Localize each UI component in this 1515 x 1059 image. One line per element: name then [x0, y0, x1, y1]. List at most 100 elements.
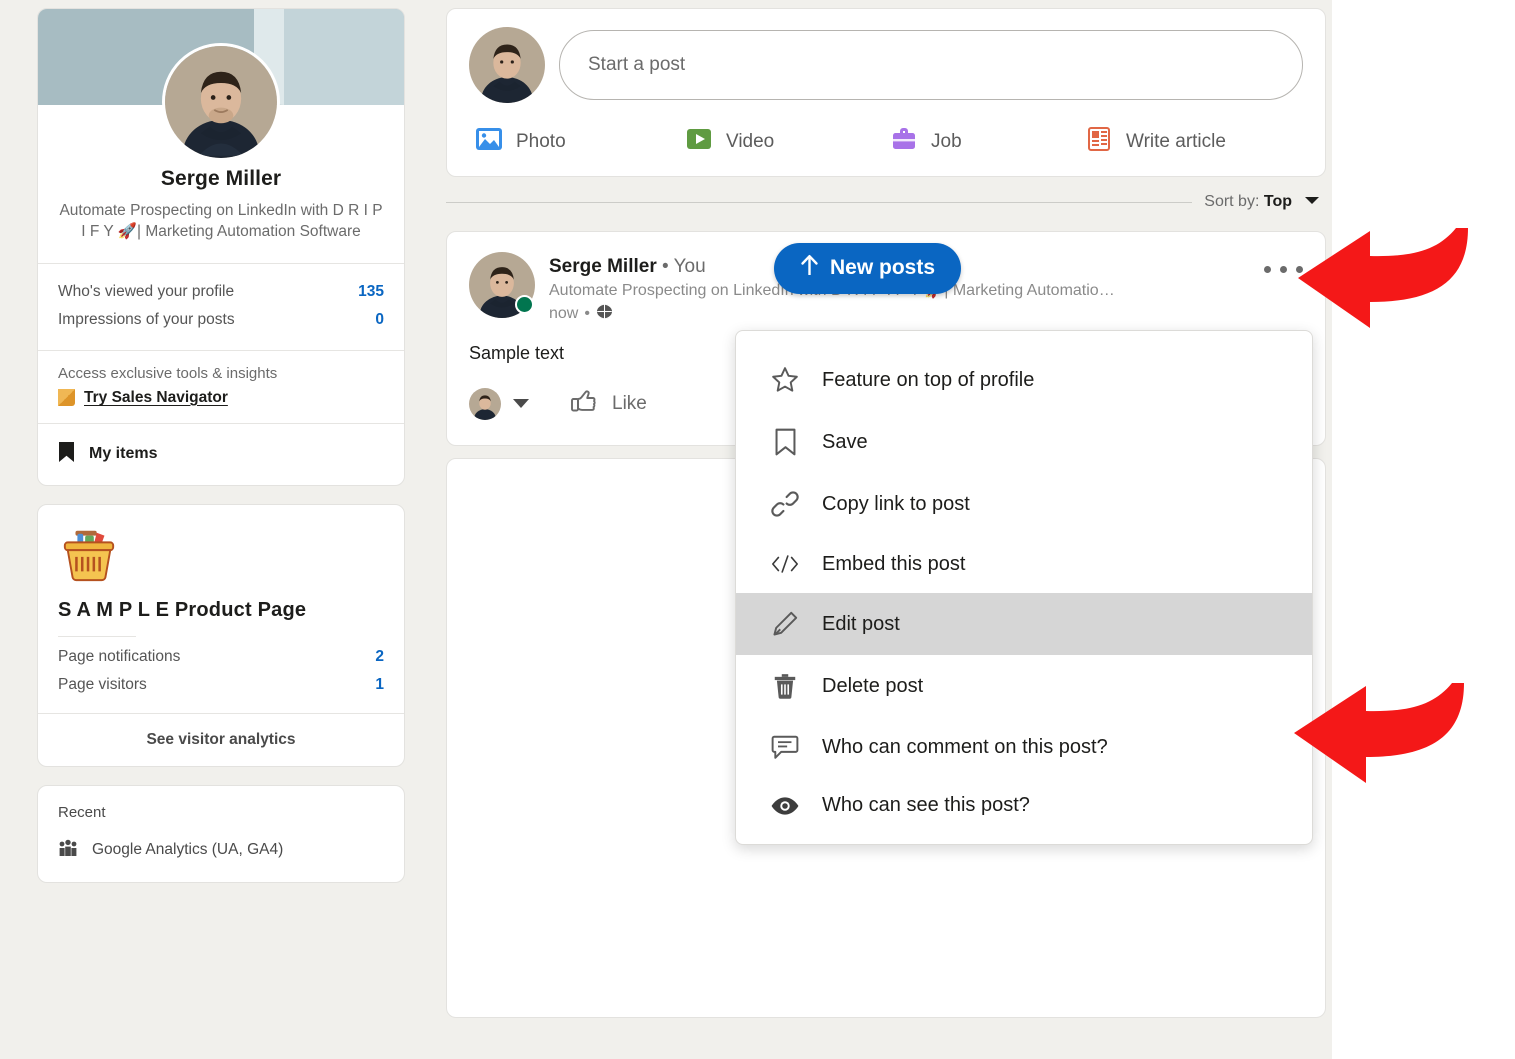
composer-photo-label: Photo [516, 130, 566, 152]
chevron-down-icon[interactable] [513, 399, 529, 408]
sort-by-label: Sort by: Top [1204, 193, 1292, 211]
stat-page-visitors[interactable]: Page visitors 1 [58, 671, 384, 699]
try-sales-navigator-link[interactable]: Try Sales Navigator [84, 389, 228, 407]
curved-left-arrow-icon [1294, 683, 1464, 783]
stat-label: Page visitors [58, 675, 147, 693]
avatar[interactable] [162, 43, 280, 161]
post-author-separator: • [662, 256, 669, 277]
trash-icon [770, 672, 800, 700]
avatar-image [165, 46, 277, 158]
globe-icon [595, 303, 613, 325]
product-page-card[interactable]: S A M P L E Product Page Page notificati… [37, 503, 405, 767]
sales-navigator-promo: Access exclusive tools & insights Try Sa… [38, 351, 404, 423]
cover-light-panel [284, 9, 404, 105]
composer-top-row: Start a post [469, 27, 1303, 103]
stat-page-notifications[interactable]: Page notifications 2 [58, 643, 384, 671]
composer-write-article-button[interactable]: Write article [1085, 125, 1226, 158]
online-status-dot [515, 295, 534, 314]
shopping-basket-icon [63, 530, 115, 581]
stat-post-impressions[interactable]: Impressions of your posts 0 [58, 306, 384, 334]
menu-item-save[interactable]: Save [736, 411, 1312, 473]
chevron-down-icon[interactable] [1304, 193, 1320, 211]
group-icon [58, 839, 78, 862]
stat-value: 135 [358, 282, 384, 300]
profile-stats: Who's viewed your profile 135 Impression… [38, 264, 404, 350]
curved-left-arrow-icon [1298, 228, 1468, 328]
stat-profile-views[interactable]: Who's viewed your profile 135 [58, 278, 384, 306]
menu-item-who-can-comment[interactable]: Who can comment on this post? [736, 717, 1312, 777]
job-icon [890, 125, 918, 158]
menu-item-feature-on-top-of-profile[interactable]: Feature on top of profile [736, 349, 1312, 411]
product-page-title: S A M P L E Product Page [58, 598, 307, 621]
menu-item-delete-post[interactable]: Delete post [736, 655, 1312, 717]
like-button[interactable]: Like [569, 386, 647, 421]
profile-card[interactable]: Serge Miller Automate Prospecting on Lin… [37, 8, 405, 486]
new-posts-button[interactable]: New posts [774, 243, 962, 294]
post-time-separator: • [584, 305, 590, 322]
composer-job-button[interactable]: Job [890, 125, 1085, 158]
menu-item-label: Copy link to post [822, 492, 970, 515]
menu-item-who-can-see[interactable]: Who can see this post? [736, 777, 1312, 834]
recent-card: Recent Google Analytics (UA, GA4) [37, 784, 405, 883]
comment-icon [770, 734, 800, 760]
my-items-row[interactable]: My items [38, 424, 404, 485]
ellipsis-dot [1264, 266, 1271, 273]
stat-label: Who's viewed your profile [58, 282, 235, 300]
sort-prefix: Sort by: [1204, 193, 1260, 210]
code-icon [770, 552, 800, 576]
recent-title: Recent [58, 803, 106, 821]
sort-value[interactable]: Top [1264, 193, 1292, 210]
divider [58, 635, 136, 637]
composer-video-label: Video [726, 130, 775, 152]
menu-item-copy-link-to-post[interactable]: Copy link to post [736, 473, 1312, 535]
profile-headline: Automate Prospecting on LinkedIn with D … [59, 202, 383, 241]
post-author-name[interactable]: Serge Miller [549, 256, 657, 277]
new-posts-label: New posts [830, 256, 936, 279]
start-a-post-input[interactable]: Start a post [559, 30, 1303, 100]
photo-icon [475, 125, 503, 158]
divider [446, 201, 1193, 203]
linkedin-feed-screen: Serge Miller Automate Prospecting on Lin… [0, 0, 1515, 1059]
reaction-avatar-image [469, 387, 501, 420]
menu-item-label: Who can see this post? [822, 794, 1030, 816]
composer-avatar-image [469, 27, 545, 103]
menu-item-label: Delete post [822, 674, 924, 697]
stat-label: Impressions of your posts [58, 310, 235, 328]
promo-text: Access exclusive tools & insights [58, 364, 278, 382]
recent-item-google-analytics[interactable]: Google Analytics (UA, GA4) [58, 839, 384, 862]
bookmark-icon [770, 428, 800, 456]
menu-item-embed-this-post[interactable]: Embed this post [736, 535, 1312, 593]
post-author-relation: You [673, 256, 706, 277]
left-sidebar: Serge Miller Automate Prospecting on Lin… [37, 8, 405, 883]
my-items-label: My items [89, 445, 158, 463]
menu-item-label: Save [822, 430, 868, 453]
composer-avatar[interactable] [469, 27, 545, 103]
arrow-up-icon [800, 254, 819, 282]
link-icon [770, 490, 800, 518]
thumbs-up-icon [569, 386, 599, 421]
composer-video-button[interactable]: Video [685, 125, 890, 158]
promo-link-row[interactable]: Try Sales Navigator [58, 389, 384, 407]
post-author-avatar[interactable] [469, 252, 535, 318]
stat-value: 2 [375, 647, 384, 665]
post-composer: Start a post Photo Video Job Write artic… [446, 8, 1326, 177]
menu-item-edit-post[interactable]: Edit post [736, 593, 1312, 655]
composer-write-article-label: Write article [1126, 130, 1226, 152]
stat-value: 0 [375, 310, 384, 328]
recent-item-label: Google Analytics (UA, GA4) [92, 841, 284, 859]
like-label: Like [612, 392, 647, 414]
article-icon [1085, 125, 1113, 158]
composer-photo-button[interactable]: Photo [475, 125, 685, 158]
composer-action-row: Photo Video Job Write article [469, 125, 1303, 162]
post-time: now [549, 305, 579, 322]
menu-item-label: Embed this post [822, 552, 966, 575]
reaction-picker[interactable] [469, 387, 529, 420]
product-page-stats: Page notifications 2 Page visitors 1 [58, 643, 384, 713]
sort-bar: Sort by: Top [446, 183, 1326, 221]
video-icon [685, 125, 713, 158]
see-visitor-analytics-button[interactable]: See visitor analytics [58, 714, 384, 766]
post-options-menu: Feature on top of profile Save Copy link… [735, 330, 1313, 845]
reaction-avatar [469, 387, 501, 420]
star-icon [770, 366, 800, 394]
annotation-arrow-to-ellipsis-menu [1296, 228, 1474, 338]
